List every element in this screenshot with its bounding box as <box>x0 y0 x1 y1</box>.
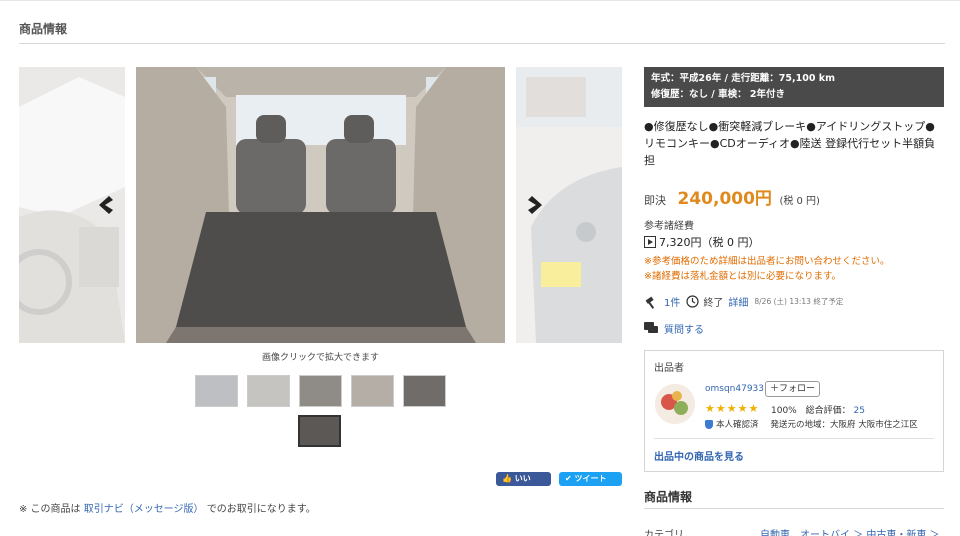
twitter-bird-icon: ✔ <box>565 474 572 483</box>
top-border <box>0 0 960 4</box>
section-divider <box>19 43 945 44</box>
carousel-prev-arrow-icon[interactable] <box>95 194 117 216</box>
note-suffix: でのお取引になります。 <box>206 504 316 515</box>
spec-line-year-mileage: 年式：平成26年 / 走行距離：75,100 km <box>651 73 835 84</box>
thumbnail-4[interactable] <box>351 375 394 407</box>
shield-check-icon <box>705 419 713 429</box>
seller-card: 出品者 omsqn47933 ＋フォロー ★★★★★ 100% 総合評価： 25… <box>644 350 944 472</box>
fees-row[interactable]: 7,320円（税 0 円） <box>644 234 759 250</box>
facebook-like-button[interactable]: 👍 いいね！ <box>496 472 551 497</box>
follow-button[interactable]: ＋フォロー <box>765 381 821 397</box>
buy-now-price: 240,000円 <box>677 189 772 209</box>
thumbnail-6[interactable] <box>298 415 341 447</box>
transaction-note: ※ この商品は 取引ナビ（メッセージ版） でのお取引になります。 <box>19 500 316 515</box>
play-triangle-icon <box>644 236 656 248</box>
transaction-navi-link[interactable]: 取引ナビ（メッセージ版） <box>84 504 204 515</box>
tweet-button[interactable]: ✔ ツイート <box>559 472 622 486</box>
category-label: カテゴリ <box>644 530 684 536</box>
feature-list: ●修復歴なし●衝突軽減ブレーキ●アイドリングストップ●リモコンキー●CDオーディ… <box>644 120 936 167</box>
ask-question-link[interactable]: 質問する <box>664 321 704 336</box>
speech-bubble-icon <box>644 322 658 333</box>
gavel-icon <box>645 296 655 309</box>
end-detail-link[interactable]: 詳細 <box>728 294 748 309</box>
clock-icon <box>686 295 699 308</box>
end-status: 終了 <box>703 298 724 309</box>
total-rating-label: 総合評価： <box>805 406 851 416</box>
section-title: 商品情報 <box>19 22 68 36</box>
spec-summary-box: 年式：平成26年 / 走行距離：75,100 km 修復歴：なし / 車検： 2… <box>644 67 944 107</box>
category-breadcrumb-link[interactable]: 自動車、オートバイ ＞ 中古車・新車 ＞ <box>760 526 940 536</box>
auction-meta-row: 1件 終了 詳細 8/26 (土) 13:13 終了予定 <box>644 294 843 309</box>
price-row: 即決 240,000円 (税 0 円) <box>644 184 820 209</box>
price-tax: (税 0 円) <box>779 196 820 207</box>
product-info-title: 商品情報 <box>644 490 693 504</box>
thumbnail-5[interactable] <box>403 375 446 407</box>
buy-now-label: 即決 <box>644 194 666 207</box>
thumbs-up-icon: 👍 <box>502 474 512 483</box>
note-prefix: ※ この商品は <box>19 504 81 515</box>
product-info-divider <box>644 508 944 509</box>
seller-items-link[interactable]: 出品中の商品を見る <box>654 448 744 463</box>
end-time: 8/26 (土) 13:13 終了予定 <box>754 297 844 306</box>
rating-summary: 100% 総合評価： 25 <box>771 403 865 416</box>
carousel-main-image[interactable] <box>136 67 505 343</box>
thumbnail-1[interactable] <box>195 375 238 407</box>
seller-divider <box>654 438 934 439</box>
question-row[interactable]: 質問する <box>644 321 704 336</box>
verified-label: 本人確認済 <box>716 420 759 430</box>
thumbnail-2[interactable] <box>247 375 290 407</box>
rating-percent: 100% <box>771 406 797 416</box>
thumbnail-3[interactable] <box>299 375 342 407</box>
fees-title: 参考諸経費 <box>644 221 694 232</box>
image-caption: 画像クリックで拡大できます <box>261 353 379 363</box>
seller-name-link[interactable]: omsqn47933 <box>705 384 764 394</box>
fees-warning-1: ※参考価格のため詳細は出品者にお問い合わせください。 <box>644 256 890 267</box>
fees-warning-2: ※諸経費は落札金額とは別に必要になります。 <box>644 271 842 282</box>
total-rating-link[interactable]: 25 <box>854 406 865 416</box>
seller-title: 出品者 <box>654 363 684 374</box>
bid-count-link[interactable]: 1件 <box>664 294 680 309</box>
seller-avatar[interactable] <box>655 384 695 424</box>
shipping-region: 発送元の地域：大阪府 大阪市住之江区 <box>770 420 918 430</box>
carousel-next-arrow-icon[interactable] <box>524 194 546 216</box>
verified-row: 本人確認済 発送元の地域：大阪府 大阪市住之江区 <box>705 418 918 430</box>
tweet-label: ツイート <box>574 474 607 483</box>
rating-stars-icon: ★★★★★ <box>705 402 760 415</box>
spec-line-repair-inspection: 修復歴：なし / 車検： 2年付き <box>651 89 786 100</box>
car-cargo-area-image <box>136 67 505 343</box>
fees-amount: 7,320円（税 0 円） <box>659 236 760 249</box>
